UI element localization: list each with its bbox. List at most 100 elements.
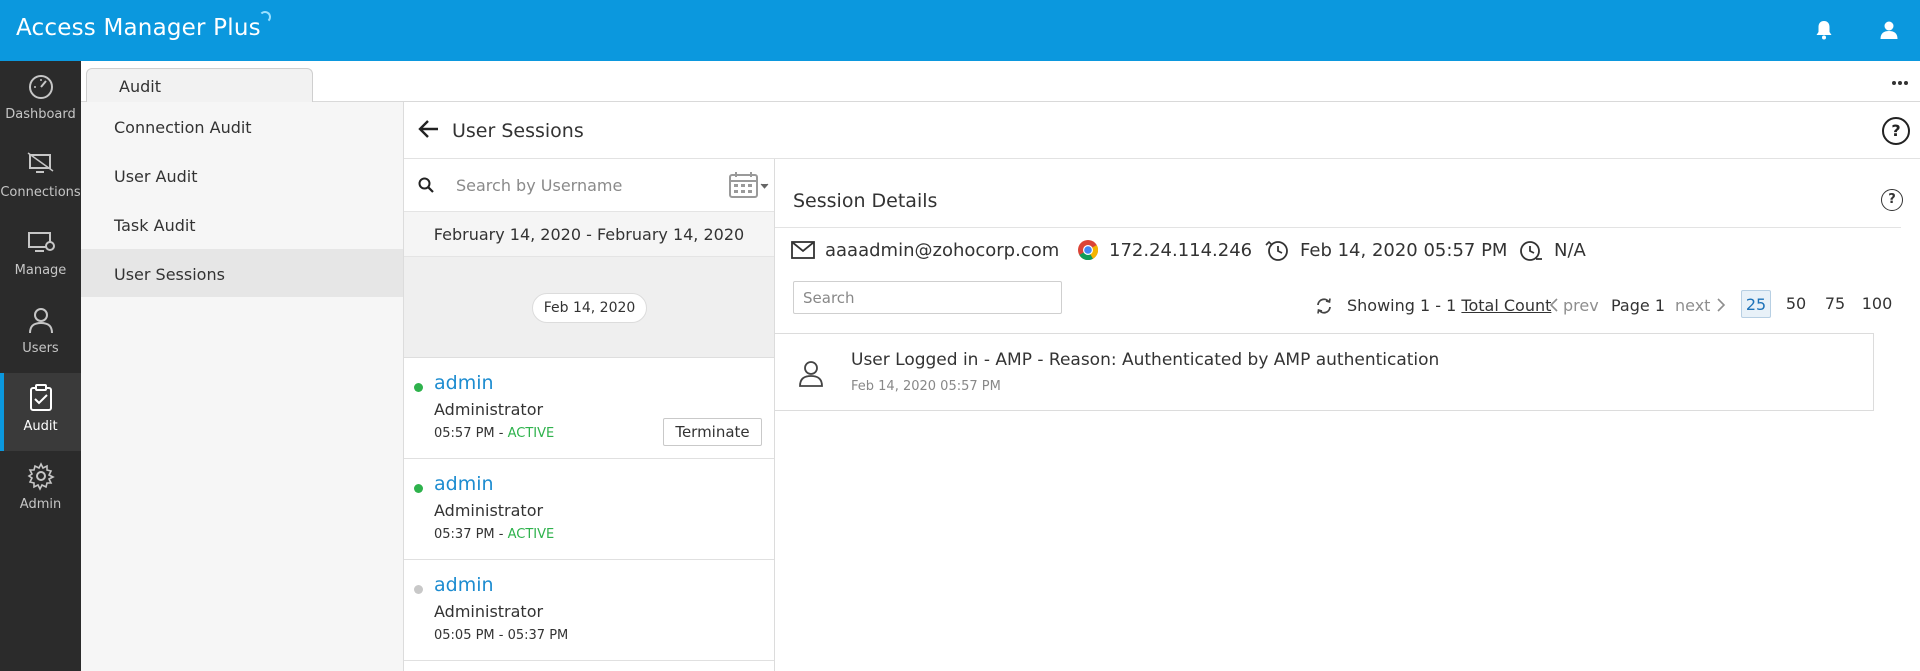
- nav-connections[interactable]: Connections: [0, 139, 81, 217]
- submenu-user-audit[interactable]: User Audit: [81, 151, 403, 199]
- app-logo[interactable]: Access Manager Plus: [16, 11, 273, 41]
- nav-manage[interactable]: Manage: [0, 217, 81, 295]
- nav-admin[interactable]: Admin: [0, 451, 81, 529]
- date-pill: Feb 14, 2020: [532, 293, 647, 323]
- session-time: 05:37 PM - ACTIVE: [434, 527, 554, 542]
- content-header: User Sessions ?: [404, 102, 1920, 159]
- page-size-50[interactable]: 50: [1783, 290, 1809, 318]
- total-count-link[interactable]: Total Count: [1461, 296, 1551, 315]
- session-status-dot: [414, 383, 423, 392]
- page-size-100[interactable]: 100: [1860, 290, 1894, 318]
- page-title: User Sessions: [452, 120, 584, 142]
- session-time: 05:57 PM - ACTIVE: [434, 426, 554, 441]
- help-icon[interactable]: ?: [1882, 117, 1910, 145]
- submenu-task-audit[interactable]: Task Audit: [81, 200, 403, 248]
- users-icon: [29, 308, 53, 334]
- log-entry[interactable]: User Logged in - AMP - Reason: Authentic…: [775, 333, 1874, 411]
- logo-swirl-icon: [258, 11, 271, 23]
- page-size-25[interactable]: 25: [1741, 290, 1771, 318]
- session-status: ACTIVE: [507, 527, 555, 542]
- session-end-text: N/A: [1554, 239, 1586, 261]
- audit-icon: [30, 384, 52, 411]
- connections-icon: [27, 152, 54, 173]
- session-status-dot: [414, 484, 423, 493]
- log-entry-time: Feb 14, 2020 05:57 PM: [851, 379, 1001, 394]
- log-search-input[interactable]: [793, 281, 1062, 314]
- session-time-range: 05:05 PM - 05:37 PM: [434, 628, 569, 643]
- nav-audit[interactable]: Audit: [0, 373, 81, 451]
- mail-icon: [791, 241, 815, 259]
- prev-button[interactable]: prev: [1549, 294, 1599, 316]
- start-time-icon: [1265, 240, 1288, 261]
- submenu-connection-audit[interactable]: Connection Audit: [81, 102, 403, 150]
- bell-icon[interactable]: [1810, 16, 1838, 44]
- session-status-dot: [414, 585, 423, 594]
- session-search-row: [404, 159, 774, 211]
- user-outline-icon: [797, 359, 825, 391]
- chevron-right-icon: [1717, 298, 1726, 312]
- session-ip: 172.24.114.246: [1077, 235, 1252, 265]
- details-help-icon[interactable]: ?: [1881, 189, 1903, 211]
- calendar-icon[interactable]: [728, 171, 770, 203]
- prev-label: prev: [1563, 295, 1599, 315]
- terminate-button[interactable]: Terminate: [663, 418, 762, 446]
- page-size-75[interactable]: 75: [1822, 290, 1848, 318]
- session-time-range: 05:57 PM -: [434, 426, 508, 441]
- next-button[interactable]: next: [1675, 294, 1726, 316]
- session-time: 05:05 PM - 05:37 PM: [434, 628, 568, 643]
- pager-showing: Showing 1 - 1 Total Count: [1347, 294, 1551, 316]
- session-role: Administrator: [434, 400, 544, 419]
- session-status: ACTIVE: [507, 426, 555, 441]
- dashboard-icon: [29, 75, 53, 99]
- sessions-panel: February 14, 2020 - February 14, 2020 Fe…: [404, 159, 775, 671]
- nav-dashboard-label: Dashboard: [5, 107, 76, 122]
- nav-audit-label: Audit: [23, 419, 58, 434]
- details-title: Session Details: [793, 190, 938, 212]
- session-details-panel: Session Details ? aaaadmin@zohocorp.com …: [775, 159, 1920, 671]
- session-role: Administrator: [434, 501, 544, 520]
- search-icon: [418, 177, 434, 197]
- session-username[interactable]: admin: [434, 574, 494, 596]
- manage-icon: [28, 232, 55, 252]
- back-arrow-icon[interactable]: [418, 119, 440, 143]
- chevron-left-icon: [1549, 298, 1558, 312]
- session-username[interactable]: admin: [434, 473, 494, 495]
- session-start-time: Feb 14, 2020 05:57 PM: [1264, 235, 1507, 265]
- nav-dashboard[interactable]: Dashboard: [0, 61, 81, 139]
- chrome-icon: [1078, 240, 1099, 261]
- admin-icon: [27, 462, 55, 491]
- app-title: Access Manager Plus: [16, 15, 261, 41]
- divider: [775, 227, 1901, 228]
- session-role: Administrator: [434, 602, 544, 621]
- username-search-input[interactable]: [456, 172, 656, 198]
- tab-audit[interactable]: Audit: [86, 68, 313, 102]
- user-icon[interactable]: [1875, 16, 1903, 44]
- tab-bar: [81, 61, 1920, 102]
- left-nav: Dashboard Connections Manage Users Audit…: [0, 61, 81, 671]
- nav-users-label: Users: [22, 341, 59, 356]
- nav-connections-label: Connections: [0, 185, 81, 200]
- nav-manage-label: Manage: [14, 263, 67, 278]
- nav-admin-label: Admin: [19, 497, 62, 512]
- session-email-text: aaaadmin@zohocorp.com: [825, 239, 1060, 261]
- session-time-range: 05:37 PM -: [434, 527, 508, 542]
- submenu-user-sessions[interactable]: User Sessions: [81, 249, 403, 297]
- date-range-label: February 14, 2020 - February 14, 2020: [404, 211, 774, 257]
- next-label: next: [1675, 295, 1711, 315]
- showing-text: Showing 1 - 1: [1347, 295, 1457, 315]
- refresh-icon[interactable]: [1315, 297, 1333, 319]
- session-start-text: Feb 14, 2020 05:57 PM: [1300, 239, 1508, 261]
- session-item[interactable]: admin Administrator 05:05 PM - 05:37 PM: [404, 560, 774, 661]
- session-username[interactable]: admin: [434, 372, 494, 394]
- more-options-icon[interactable]: [1888, 72, 1912, 94]
- session-ip-text: 172.24.114.246: [1109, 239, 1253, 261]
- page-indicator: Page 1: [1611, 295, 1665, 315]
- session-item[interactable]: admin Administrator 05:57 PM - ACTIVE Te…: [404, 358, 774, 459]
- date-group-header: Feb 14, 2020: [404, 257, 774, 358]
- app-header: Access Manager Plus: [0, 0, 1920, 61]
- session-item[interactable]: admin Administrator 05:37 PM - ACTIVE: [404, 459, 774, 560]
- session-end-time: N/A: [1518, 235, 1586, 265]
- nav-users[interactable]: Users: [0, 295, 81, 373]
- log-entry-text: User Logged in - AMP - Reason: Authentic…: [851, 350, 1440, 370]
- end-time-icon: [1520, 241, 1542, 261]
